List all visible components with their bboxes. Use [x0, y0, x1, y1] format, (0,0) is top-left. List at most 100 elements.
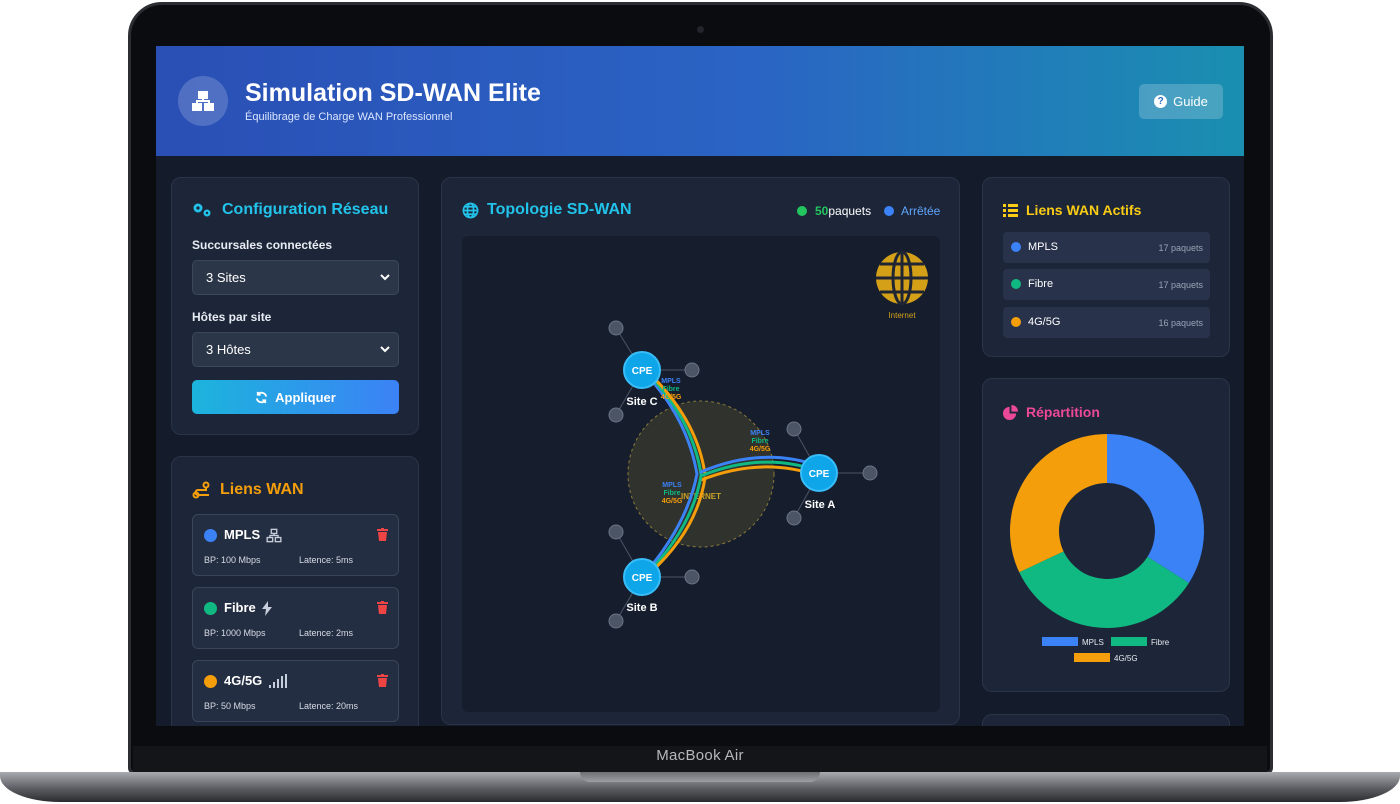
- svg-text:CPE: CPE: [809, 469, 830, 480]
- active-link-row[interactable]: 4G/5G 16 paquets: [1003, 307, 1210, 338]
- host-node[interactable]: [608, 320, 624, 336]
- bolt-icon: [262, 601, 272, 616]
- sites-label: Succursales connectées: [192, 238, 333, 252]
- distribution-panel: Répartition MPLS Fibre 4G/5G: [982, 378, 1230, 692]
- donut-slice-mpls[interactable]: [1107, 434, 1204, 583]
- wan-links-panel: Liens WAN MPLS BP: 100 Mbps Latence: 5ms…: [171, 456, 419, 726]
- wan-links-title: Liens WAN: [192, 481, 304, 499]
- internet-label: Internet: [888, 311, 916, 320]
- host-node[interactable]: [608, 524, 624, 540]
- host-node[interactable]: [786, 421, 802, 437]
- wan-link-latency: Latence: 2ms: [299, 628, 354, 638]
- trash-icon[interactable]: [377, 601, 388, 614]
- cpe-node-site-c[interactable]: CPE: [623, 351, 661, 389]
- laptop-model-label: MacBook Air: [656, 747, 744, 764]
- cpe-node-site-a[interactable]: CPE: [800, 454, 838, 492]
- wan-link-bandwidth: BP: 1000 Mbps: [204, 628, 266, 638]
- app-header: Simulation SD-WAN Elite Équilibrage de C…: [156, 46, 1244, 156]
- active-link-count: 17 paquets: [1158, 243, 1203, 253]
- tunnel-label: 4G/5G: [750, 446, 771, 453]
- active-link-count: 16 paquets: [1158, 318, 1203, 328]
- hosts-select[interactable]: 3 Hôtes: [192, 332, 399, 367]
- globe-icon: [462, 202, 479, 218]
- status-dot: [1011, 242, 1021, 252]
- status-dot: [204, 602, 217, 615]
- guide-button-label: Guide: [1173, 94, 1208, 109]
- host-node[interactable]: [608, 613, 624, 629]
- apply-button[interactable]: Appliquer: [192, 380, 399, 414]
- tunnel-label: MPLS: [661, 378, 681, 385]
- simulation-status: Arrêtée: [884, 204, 940, 218]
- wan-link-latency: Latence: 20ms: [299, 701, 359, 711]
- sync-icon: [256, 391, 268, 403]
- status-dot: [204, 675, 217, 688]
- tunnel-label: 4G/5G: [662, 498, 683, 505]
- cogs-icon: [193, 203, 211, 217]
- legend-swatch[interactable]: [1042, 637, 1078, 646]
- host-node[interactable]: [862, 465, 878, 481]
- host-node[interactable]: [684, 569, 700, 585]
- host-node[interactable]: [608, 407, 624, 423]
- donut-slice-4g5g[interactable]: [1010, 434, 1107, 573]
- status-dot: [884, 206, 894, 216]
- internet-globe-icon: [876, 250, 928, 306]
- tunnel-label: Fibre: [751, 438, 768, 445]
- network-logo-icon: [178, 76, 228, 126]
- wan-link-name: 4G/5G: [224, 673, 263, 688]
- distribution-donut-chart: MPLS Fibre 4G/5G: [1010, 434, 1204, 663]
- route-icon: [192, 481, 210, 499]
- site-label: Site B: [626, 602, 657, 614]
- legend-swatch[interactable]: [1074, 653, 1110, 662]
- host-node[interactable]: [786, 510, 802, 526]
- wan-link-latency: Latence: 5ms: [299, 555, 354, 565]
- active-link-row[interactable]: Fibre 17 paquets: [1003, 269, 1210, 300]
- wan-link-card-4g5g[interactable]: 4G/5G BP: 50 Mbps Latence: 20ms: [192, 660, 399, 722]
- tunnel-label: MPLS: [750, 430, 770, 437]
- trash-icon[interactable]: [377, 674, 388, 687]
- legend-label: 4G/5G: [1114, 654, 1138, 663]
- wan-link-bandwidth: BP: 50 Mbps: [204, 701, 256, 711]
- laptop-notch: [580, 772, 820, 782]
- tunnel-label: Fibre: [662, 386, 679, 393]
- wan-link-card-fibre[interactable]: Fibre BP: 1000 Mbps Latence: 2ms: [192, 587, 399, 649]
- status-dot: [1011, 317, 1021, 327]
- active-link-name: Fibre: [1028, 278, 1054, 290]
- svg-text:CPE: CPE: [632, 573, 653, 584]
- trash-icon[interactable]: [377, 528, 388, 541]
- active-link-count: 17 paquets: [1158, 280, 1203, 290]
- status-dot: [797, 206, 807, 216]
- list-icon: [1003, 203, 1018, 217]
- hosts-label: Hôtes par site: [192, 310, 272, 324]
- legend-swatch[interactable]: [1111, 637, 1147, 646]
- app-subtitle: Équilibrage de Charge WAN Professionnel: [245, 111, 453, 123]
- distribution-title: Répartition: [1003, 404, 1100, 420]
- lower-panel: [982, 714, 1230, 726]
- network-icon: [266, 528, 282, 543]
- active-link-row[interactable]: MPLS 17 paquets: [1003, 232, 1210, 263]
- status-dot: [204, 529, 217, 542]
- config-panel: Configuration Réseau Succursales connect…: [171, 177, 419, 435]
- pie-chart-icon: [1003, 404, 1018, 420]
- packet-counter: 50 paquets: [797, 204, 871, 218]
- sites-select[interactable]: 3 Sites: [192, 260, 399, 295]
- site-label: Site C: [626, 396, 657, 408]
- active-links-title: Liens WAN Actifs: [1003, 202, 1141, 218]
- host-node[interactable]: [684, 362, 700, 378]
- topology-canvas: Internet INTERNET MPLS Fibre 4G/5G MPLS …: [462, 236, 940, 712]
- app-screen: Simulation SD-WAN Elite Équilibrage de C…: [156, 46, 1244, 726]
- question-icon: ?: [1154, 95, 1168, 108]
- chevron-down-icon: [380, 346, 390, 353]
- wan-link-card-mpls[interactable]: MPLS BP: 100 Mbps Latence: 5ms: [192, 514, 399, 576]
- cpe-node-site-b[interactable]: CPE: [623, 558, 661, 596]
- app-title: Simulation SD-WAN Elite: [245, 79, 541, 107]
- wan-link-bandwidth: BP: 100 Mbps: [204, 555, 261, 565]
- chevron-down-icon: [380, 274, 390, 281]
- tunnel-label: MPLS: [662, 482, 682, 489]
- wan-link-name: MPLS: [224, 527, 261, 542]
- topology-title: Topologie SD-WAN: [462, 201, 632, 219]
- topology-panel: Topologie SD-WAN 50 paquets Arrêtée Inte…: [441, 177, 960, 725]
- svg-text:CPE: CPE: [632, 366, 653, 377]
- legend-label: MPLS: [1082, 638, 1104, 647]
- guide-button[interactable]: ? Guide: [1139, 84, 1223, 119]
- config-title: Configuration Réseau: [192, 201, 388, 219]
